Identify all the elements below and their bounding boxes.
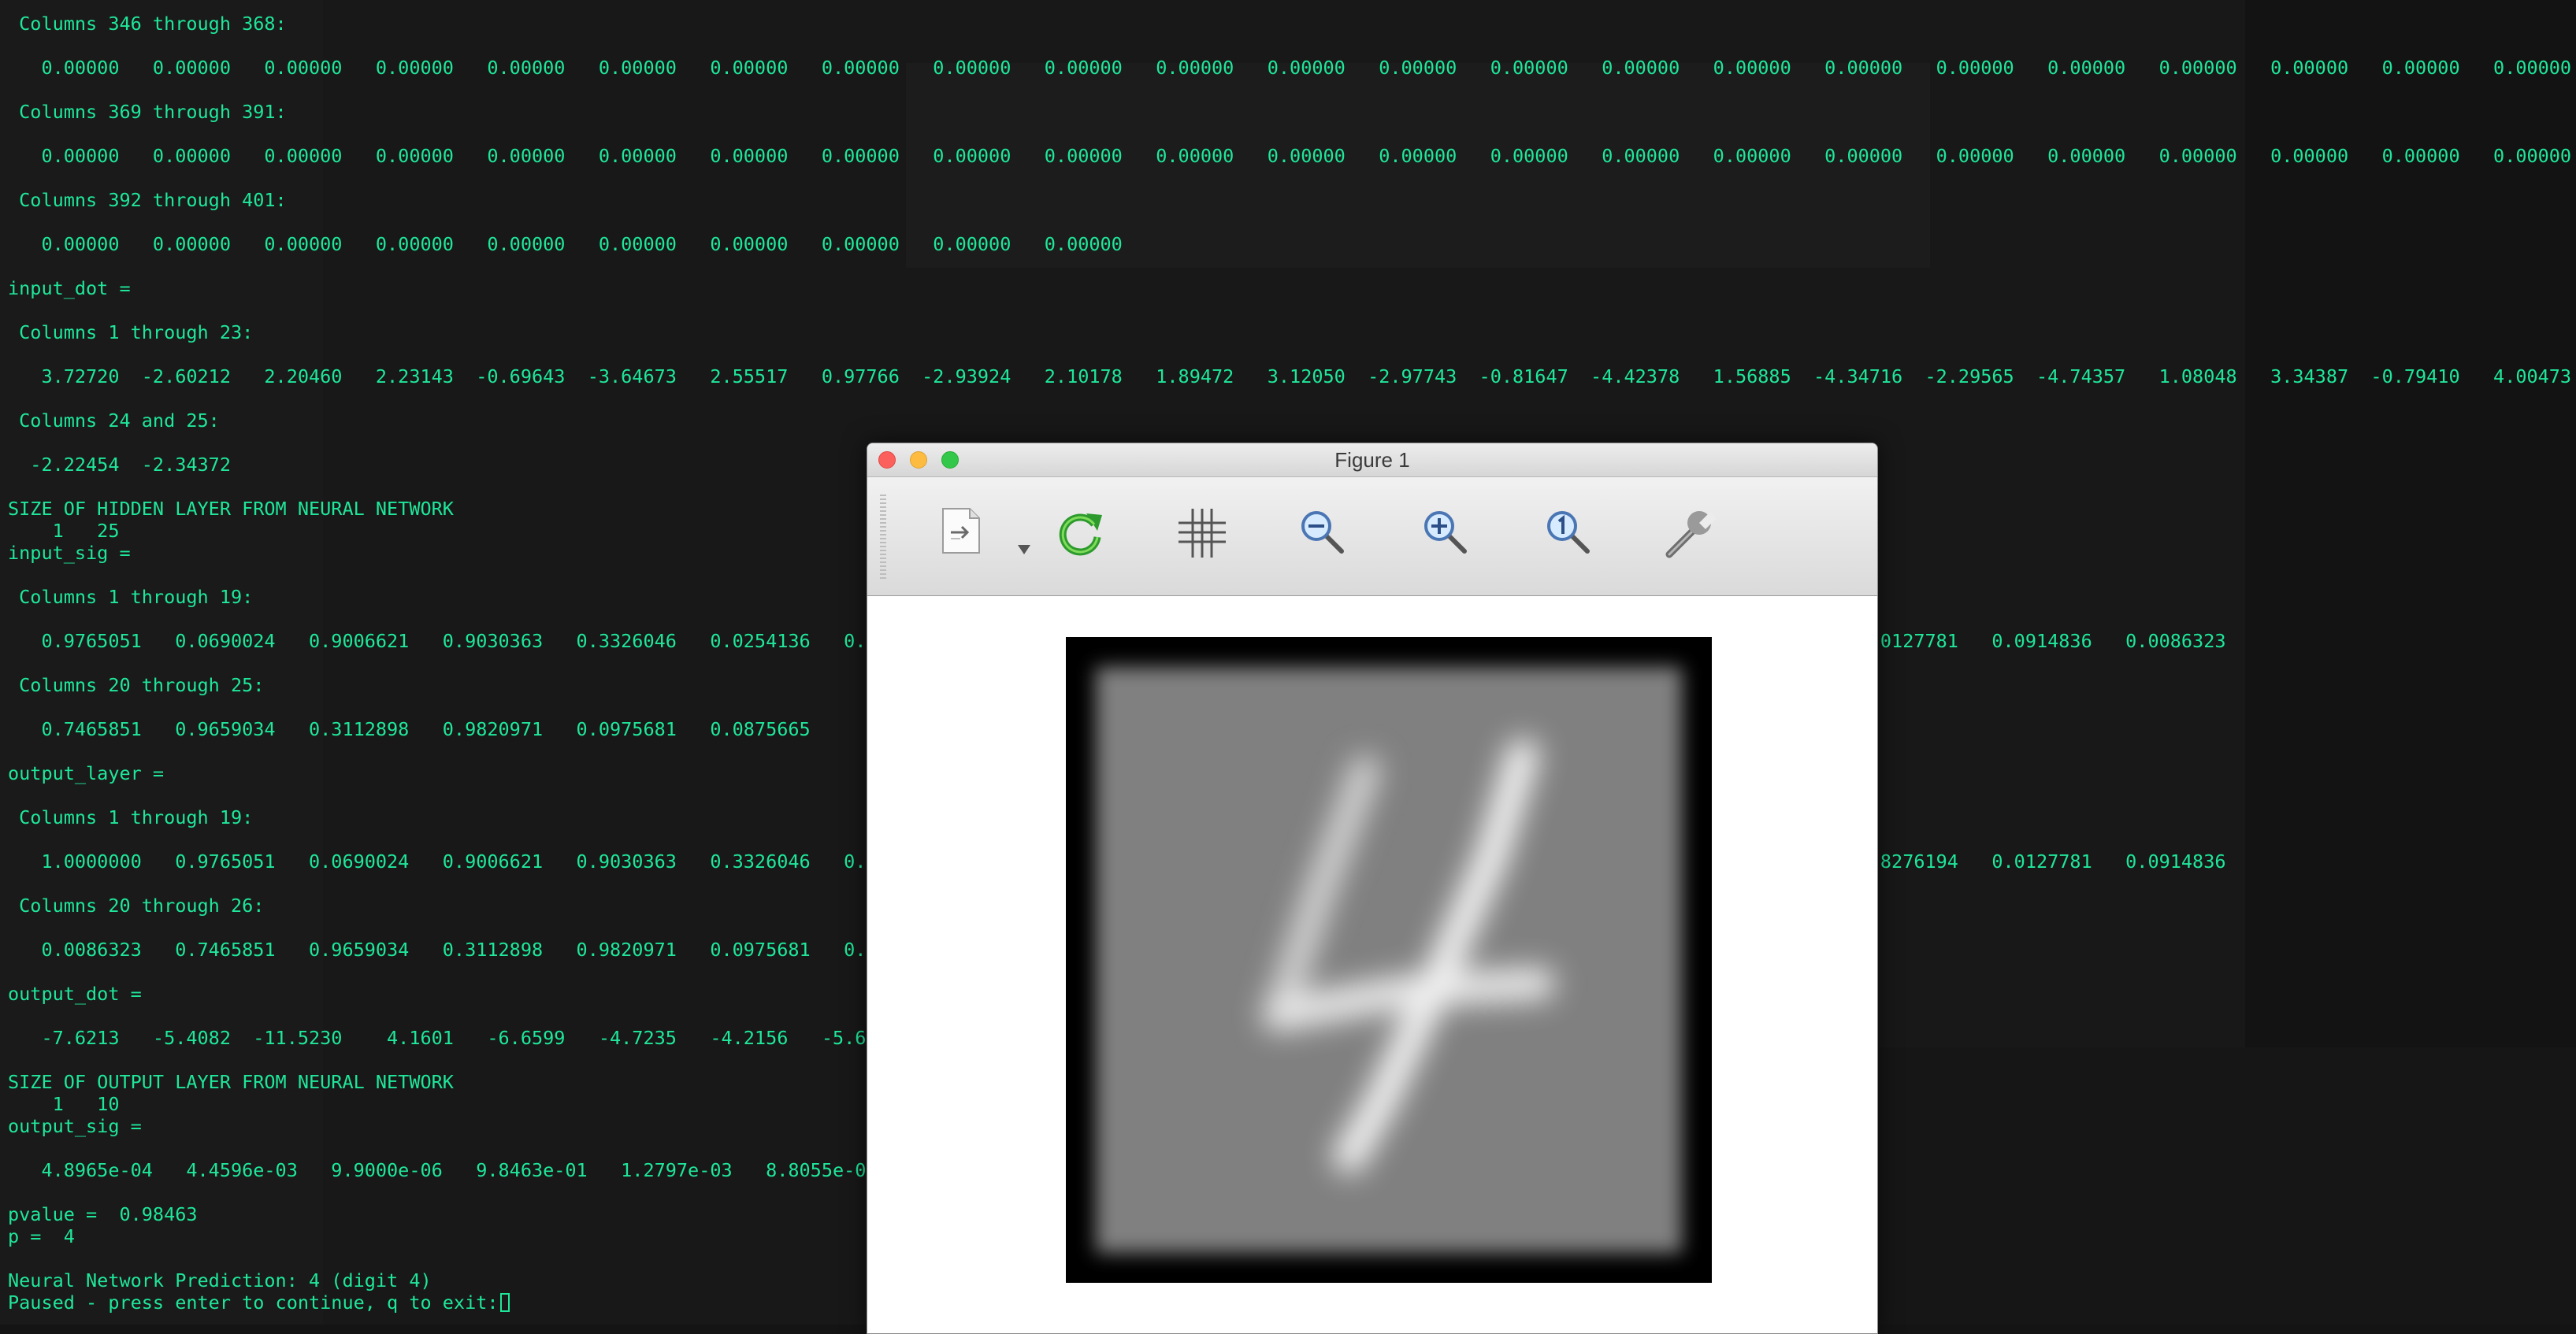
terminal-line: SIZE OF OUTPUT LAYER FROM NEURAL NETWORK [8, 1071, 454, 1093]
terminal-line: Paused - press enter to continue, q to e… [8, 1291, 510, 1314]
terminal-line: -7.6213 -5.4082 -11.5230 4.1601 -6.6599 … [8, 1027, 878, 1049]
zoom-in-icon[interactable] [1414, 501, 1477, 564]
toolbar-grip[interactable] [880, 495, 886, 581]
terminal-line: 3.72720 -2.60212 2.20460 2.23143 -0.6964… [8, 365, 2572, 387]
terminal-line: p = 4 [8, 1225, 75, 1247]
terminal-line: 4.8965e-04 4.4596e-03 9.9000e-06 9.8463e… [8, 1159, 878, 1181]
text-cursor [499, 1293, 510, 1312]
terminal-line: output_sig = [8, 1115, 142, 1137]
terminal-line: Neural Network Prediction: 4 (digit 4) [8, 1269, 432, 1291]
zoom-out-icon[interactable] [1291, 501, 1354, 564]
terminal-line: Columns 1 through 23: [8, 321, 254, 343]
terminal-line: 1 10 [8, 1093, 120, 1115]
plot-area[interactable] [867, 596, 1877, 1333]
terminal-line: 0.00000 0.00000 0.00000 0.00000 0.00000 … [8, 145, 2572, 167]
export-menu-icon[interactable] [930, 501, 993, 564]
terminal-line: pvalue = 0.98463 [8, 1203, 198, 1225]
terminal-line: Columns 20 through 25: [8, 674, 265, 696]
terminal-line: -2.22454 -2.34372 [8, 454, 231, 476]
terminal-line: input_sig = [8, 542, 131, 564]
terminal-line: Columns 24 and 25: [8, 409, 220, 432]
terminal-line: input_dot = [8, 277, 131, 299]
window-title: Figure 1 [1334, 448, 1410, 472]
terminal-line: 0.00000 0.00000 0.00000 0.00000 0.00000 … [8, 233, 1123, 255]
toolbar [867, 477, 1877, 596]
wrench-icon[interactable] [1658, 501, 1721, 564]
terminal-line: Columns 369 through 391: [8, 101, 287, 123]
terminal-line: output_layer = [8, 762, 165, 784]
grid-icon[interactable] [1171, 501, 1234, 564]
zoom-reset-icon[interactable] [1537, 501, 1600, 564]
terminal-line: 1 25 [8, 520, 120, 542]
terminal-line: Columns 20 through 26: [8, 895, 265, 917]
terminal-line: Columns 346 through 368: [8, 13, 287, 35]
terminal-line: 0.7465851 0.9659034 0.3112898 0.9820971 … [8, 718, 811, 740]
terminal-line: 0.00000 0.00000 0.00000 0.00000 0.00000 … [8, 57, 2572, 79]
refresh-icon[interactable] [1049, 501, 1112, 564]
title-bar[interactable]: Figure 1 [867, 443, 1877, 477]
terminal-line: 0.0086323 0.7465851 0.9659034 0.3112898 … [8, 939, 878, 961]
figure-window[interactable]: Figure 1 [867, 443, 1878, 1334]
terminal-line: output_dot = [8, 983, 142, 1005]
digit-image [1066, 637, 1712, 1283]
terminal-line: Columns 1 through 19: [8, 806, 254, 828]
terminal-line: SIZE OF HIDDEN LAYER FROM NEURAL NETWORK [8, 498, 454, 520]
terminal-line: Columns 1 through 19: [8, 586, 254, 608]
chevron-down-icon[interactable] [993, 501, 1030, 564]
terminal-line: Columns 392 through 401: [8, 189, 287, 211]
